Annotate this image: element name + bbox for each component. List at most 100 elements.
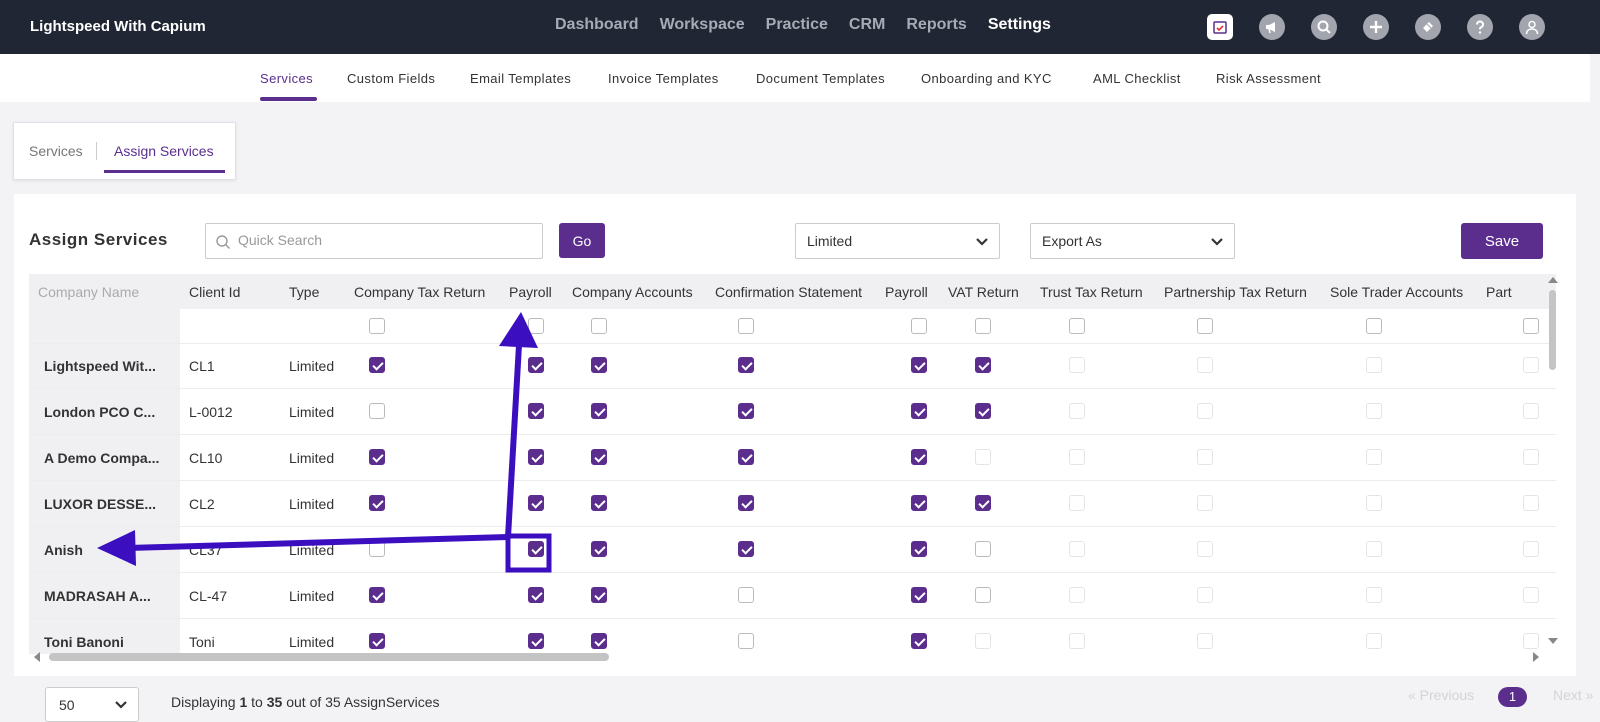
company-name-cell[interactable]: Lightspeed Wit... [44,358,169,374]
plus-icon[interactable] [1363,14,1389,40]
company-name-cell[interactable]: London PCO C... [44,404,169,420]
nav-reports[interactable]: Reports [906,16,966,34]
company-name-cell[interactable]: Toni Banoni [44,634,169,650]
column-header[interactable]: Confirmation Statement [715,284,862,300]
column-header[interactable]: Payroll [885,284,928,300]
page-size-select[interactable]: 50 [45,687,139,722]
nav-settings[interactable]: Settings [988,16,1051,34]
help-icon[interactable] [1467,14,1493,40]
company-name-cell[interactable]: Anish [44,542,169,558]
service-checkbox[interactable] [591,633,607,649]
column-header[interactable]: VAT Return [948,284,1019,300]
search-icon[interactable] [1311,14,1337,40]
scroll-left-arrow[interactable] [34,652,40,662]
ticket-icon[interactable] [1415,14,1441,40]
service-checkbox[interactable] [369,633,385,649]
calendar-icon[interactable] [1207,14,1233,40]
service-checkbox[interactable] [369,495,385,511]
subnav-services[interactable]: Services [260,71,313,86]
select-all-checkbox[interactable] [1197,318,1213,334]
nav-practice[interactable]: Practice [766,16,828,34]
horizontal-scrollbar[interactable] [49,653,609,661]
company-name-cell[interactable]: LUXOR DESSE... [44,496,169,512]
column-header[interactable]: Payroll [509,284,552,300]
service-checkbox[interactable] [911,495,927,511]
export-select[interactable]: Export As [1030,223,1235,259]
scroll-right-arrow[interactable] [1533,652,1539,662]
service-checkbox[interactable] [911,449,927,465]
service-checkbox[interactable] [591,449,607,465]
company-name-cell[interactable]: A Demo Compa... [44,450,169,466]
service-checkbox[interactable] [528,541,544,557]
select-all-checkbox[interactable] [369,318,385,334]
column-header[interactable]: Trust Tax Return [1040,284,1143,300]
service-checkbox[interactable] [369,541,385,557]
select-all-checkbox[interactable] [1069,318,1085,334]
search-input[interactable] [238,232,528,248]
column-header[interactable]: Sole Trader Accounts [1330,284,1463,300]
service-checkbox[interactable] [528,403,544,419]
service-checkbox[interactable] [528,357,544,373]
tab-services[interactable]: Services [29,143,83,159]
service-checkbox[interactable] [911,357,927,373]
service-checkbox[interactable] [975,541,991,557]
column-header[interactable]: Company Name [38,284,139,300]
select-all-checkbox[interactable] [591,318,607,334]
select-all-checkbox[interactable] [975,318,991,334]
company-name-cell[interactable]: MADRASAH A... [44,588,169,604]
column-header[interactable]: Company Tax Return [354,284,485,300]
service-checkbox[interactable] [369,403,385,419]
service-checkbox[interactable] [975,495,991,511]
service-checkbox[interactable] [591,495,607,511]
service-checkbox[interactable] [591,403,607,419]
subnav-onboarding-kyc[interactable]: Onboarding and KYC [921,71,1052,86]
service-checkbox[interactable] [528,495,544,511]
service-checkbox[interactable] [591,587,607,603]
page-number-current[interactable]: 1 [1498,687,1527,707]
subnav-invoice-templates[interactable]: Invoice Templates [608,71,719,86]
column-header[interactable]: Type [289,284,319,300]
service-checkbox[interactable] [975,587,991,603]
service-checkbox[interactable] [528,587,544,603]
service-checkbox[interactable] [591,541,607,557]
service-checkbox[interactable] [738,633,754,649]
select-all-checkbox[interactable] [738,318,754,334]
nav-workspace[interactable]: Workspace [660,16,745,34]
service-checkbox[interactable] [369,587,385,603]
save-button[interactable]: Save [1461,223,1543,259]
type-filter-select[interactable]: Limited [795,223,1000,259]
service-checkbox[interactable] [738,495,754,511]
service-checkbox[interactable] [528,633,544,649]
service-checkbox[interactable] [369,357,385,373]
subnav-risk-assessment[interactable]: Risk Assessment [1216,71,1321,86]
service-checkbox[interactable] [369,449,385,465]
select-all-checkbox[interactable] [1366,318,1382,334]
previous-page-button[interactable]: « Previous [1408,687,1474,703]
next-page-button[interactable]: Next » [1553,687,1593,703]
select-all-checkbox[interactable] [1523,318,1539,334]
go-button[interactable]: Go [559,223,605,258]
subnav-email-templates[interactable]: Email Templates [470,71,571,86]
scroll-up-arrow[interactable] [1548,277,1558,283]
vertical-scrollbar[interactable] [1549,290,1556,370]
service-checkbox[interactable] [738,403,754,419]
brand-name[interactable]: Lightspeed With Capium [30,18,206,35]
select-all-checkbox[interactable] [911,318,927,334]
column-header[interactable]: Client Id [189,284,240,300]
service-checkbox[interactable] [975,357,991,373]
service-checkbox[interactable] [911,403,927,419]
service-checkbox[interactable] [738,449,754,465]
service-checkbox[interactable] [911,541,927,557]
nav-dashboard[interactable]: Dashboard [555,16,639,34]
user-icon[interactable] [1519,14,1545,40]
service-checkbox[interactable] [911,587,927,603]
service-checkbox[interactable] [528,449,544,465]
service-checkbox[interactable] [738,541,754,557]
column-header[interactable]: Partnership Tax Return [1164,284,1307,300]
service-checkbox[interactable] [911,633,927,649]
select-all-checkbox[interactable] [528,318,544,334]
service-checkbox[interactable] [591,357,607,373]
subnav-aml-checklist[interactable]: AML Checklist [1093,71,1181,86]
megaphone-icon[interactable] [1259,14,1285,40]
tab-assign-services[interactable]: Assign Services [114,143,214,159]
